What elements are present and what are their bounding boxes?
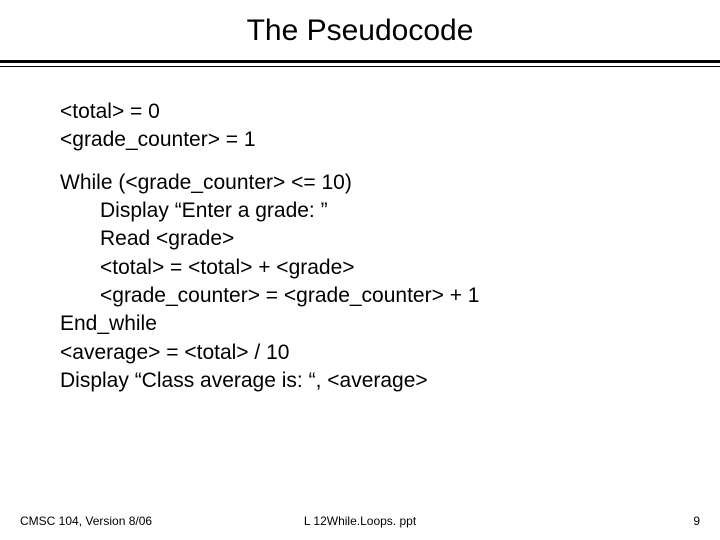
footer-left: CMSC 104, Version 8/06 [20, 514, 152, 528]
divider-thin [0, 66, 720, 67]
code-line: <total> = <total> + <grade> [60, 254, 660, 282]
code-line: Display “Class average is: “, <average> [60, 367, 660, 395]
slide-title: The Pseudocode [0, 0, 720, 56]
code-line: <total> = 0 [60, 98, 660, 126]
blank-line [60, 155, 660, 169]
divider-thick [0, 60, 720, 63]
code-line: <grade_counter> = <grade_counter> + 1 [60, 282, 660, 310]
slide-footer: CMSC 104, Version 8/06 L 12While.Loops. … [0, 514, 720, 528]
code-line: <grade_counter> = 1 [60, 126, 660, 154]
title-divider [0, 60, 720, 70]
code-line: End_while [60, 310, 660, 338]
code-line: Display “Enter a grade: ” [60, 197, 660, 225]
slide: The Pseudocode <total> = 0 <grade_counte… [0, 0, 720, 540]
code-line: While (<grade_counter> <= 10) [60, 169, 660, 197]
footer-page-number: 9 [693, 514, 700, 528]
code-line: <average> = <total> / 10 [60, 339, 660, 367]
slide-body: <total> = 0 <grade_counter> = 1 While (<… [0, 70, 720, 395]
code-line: Read <grade> [60, 225, 660, 253]
footer-center: L 12While.Loops. ppt [304, 514, 416, 528]
